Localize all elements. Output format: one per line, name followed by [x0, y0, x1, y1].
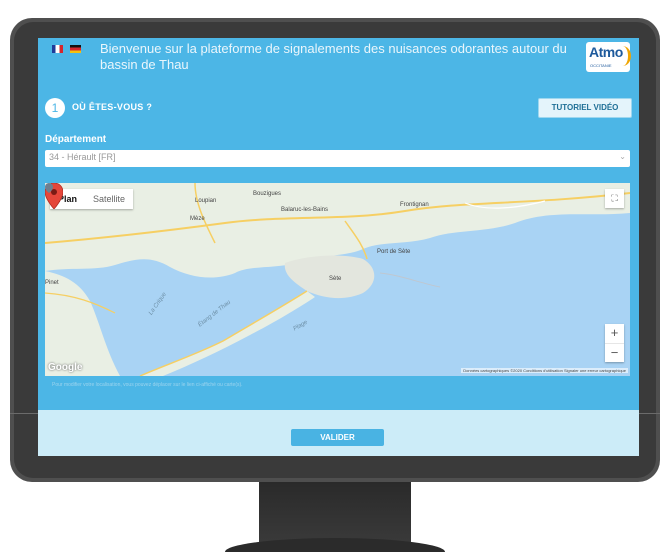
monitor-stand-foot [225, 538, 445, 552]
screen: Bienvenue sur la plateforme de signaleme… [38, 38, 639, 456]
map-view[interactable]: Plan Satellite ⛶ Loupian Bouzigues Balar… [45, 183, 630, 376]
google-logo: Google [48, 362, 83, 373]
step-title: OÙ ÊTES-VOUS ? [72, 102, 153, 112]
zoom-control: + − [605, 324, 624, 362]
logo-swoosh-icon [614, 46, 631, 66]
welcome-text: Bienvenue sur la plateforme de signaleme… [100, 41, 567, 72]
map-label-pinet: Pinet [45, 280, 59, 286]
department-select[interactable]: 34 - Hérault [FR] ⌄ [45, 150, 630, 167]
step-number: 1 [45, 98, 65, 118]
map-label-sete: Sète [329, 276, 342, 282]
logo-subtext: OCCITANIE [590, 63, 612, 68]
zoom-in-button[interactable]: + [605, 324, 624, 344]
tutorial-video-button[interactable]: TUTORIEL VIDÉO [538, 98, 632, 118]
chevron-down-icon: ⌄ [619, 152, 626, 161]
monitor-stand-neck [259, 482, 411, 544]
department-selected-value: 34 - Hérault [FR] [49, 152, 116, 162]
zoom-out-button[interactable]: − [605, 344, 624, 363]
header-bar: Bienvenue sur la plateforme de signaleme… [38, 38, 639, 82]
atmo-logo: Atmo OCCITANIE [586, 42, 631, 72]
port-poi-icon [45, 183, 53, 193]
map-label-frontignan: Frontignan [400, 202, 429, 208]
map-label-meze: Mèze [190, 216, 205, 222]
map-label-bouzigues: Bouzigues [253, 191, 282, 197]
map-label-port-de-sete: Port de Sète [377, 249, 411, 255]
location-hint: Pour modifier votre localisation, vous p… [52, 382, 243, 388]
de-flag-icon[interactable] [70, 45, 81, 53]
submit-button[interactable]: VALIDER [291, 429, 384, 446]
map-attribution[interactable]: Données cartographiques ©2020 Conditions… [461, 368, 628, 373]
map-type-satellite[interactable]: Satellite [85, 189, 133, 209]
map-label-loupian: Loupian [195, 198, 217, 204]
fr-flag-icon[interactable] [52, 45, 63, 53]
map-label-balaruc: Balaruc-les-Bains [281, 207, 329, 213]
fullscreen-icon[interactable]: ⛶ [605, 189, 624, 208]
department-label: Département [45, 134, 107, 145]
